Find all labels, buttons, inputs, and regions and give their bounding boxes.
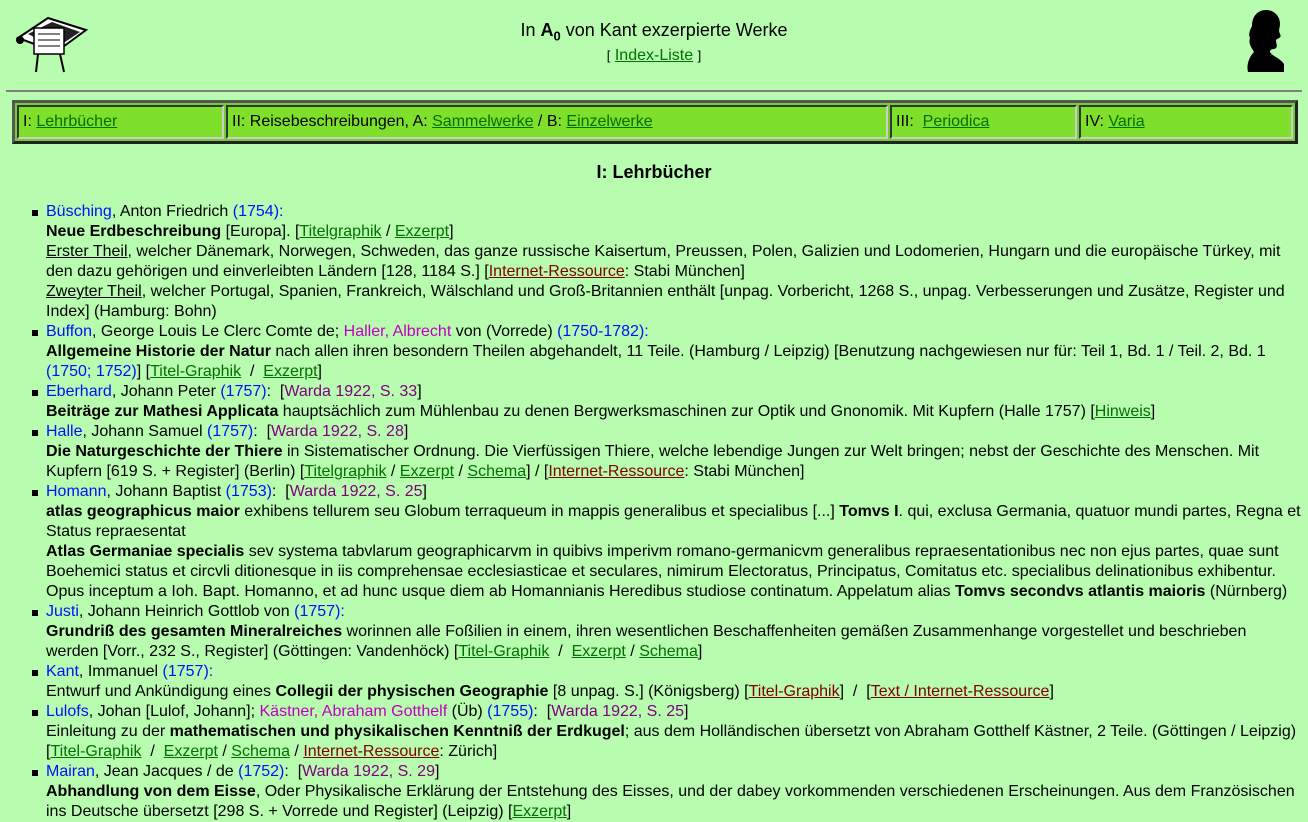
- excerpt-link[interactable]: Exzerpt: [572, 643, 626, 660]
- nav-cell-periodica: III: Periodica: [890, 105, 1077, 139]
- schema-link[interactable]: Schema: [231, 743, 290, 760]
- page-header: In A0 von Kant exzerpierte Werke [ Index…: [0, 0, 1308, 90]
- index-nav: [ Index-Liste ]: [606, 47, 702, 64]
- titlegraphic-link[interactable]: Titel-Graphik: [458, 643, 549, 660]
- nav-link-periodica[interactable]: Periodica: [923, 113, 990, 130]
- list-item: Homann, Johann Baptist (1753): [Warda 19…: [28, 482, 1302, 602]
- list-item: Halle, Johann Samuel (1757): [Warda 1922…: [28, 422, 1302, 482]
- nav-link-einzelwerke[interactable]: Einzelwerke: [566, 113, 652, 130]
- internet-resource-link[interactable]: Internet-Ressource: [489, 263, 625, 280]
- nav-link-varia[interactable]: Varia: [1108, 113, 1144, 130]
- list-item: Buffon, George Louis Le Clerc Comte de; …: [28, 322, 1302, 382]
- author-name: Justi: [46, 603, 79, 620]
- titlegraphic-link[interactable]: Titel-Graphik: [50, 743, 141, 760]
- section-title: I: Lehrbücher: [596, 162, 712, 182]
- excerpt-link[interactable]: Exzerpt: [395, 223, 449, 240]
- nav-link-sammelwerke[interactable]: Sammelwerke: [432, 113, 533, 130]
- schema-link[interactable]: Schema: [467, 463, 526, 480]
- author-name: Kant: [46, 663, 79, 680]
- titlegraphic-link[interactable]: Titelgraphik: [304, 463, 386, 480]
- author-name: Mairan: [46, 763, 95, 780]
- author-name: Buffon: [46, 323, 92, 340]
- schema-link[interactable]: Schema: [639, 643, 698, 660]
- nav-link-lehrbuecher[interactable]: Lehrbücher: [36, 113, 117, 130]
- titlegraphic-link[interactable]: Titelgraphik: [299, 223, 381, 240]
- author-name: Eberhard: [46, 383, 112, 400]
- header-divider: [6, 90, 1302, 92]
- list-item: Eberhard, Johann Peter (1757): [Warda 19…: [28, 382, 1302, 422]
- titlegraphic-link[interactable]: Titel-Graphik: [150, 363, 241, 380]
- list-item: Kant, Immanuel (1757): Entwurf und Ankün…: [28, 662, 1302, 702]
- author-name: Lulofs: [46, 703, 89, 720]
- author-name: Homann: [46, 483, 107, 500]
- excerpt-link[interactable]: Exzerpt: [400, 463, 454, 480]
- excerpt-link[interactable]: Exzerpt: [164, 743, 218, 760]
- list-item: Büsching, Anton Friedrich (1754): Neue E…: [28, 202, 1302, 322]
- index-list-link[interactable]: Index-Liste: [615, 47, 693, 64]
- nav-cell-lehrbuecher: I: Lehrbücher: [17, 105, 224, 139]
- list-item: Justi, Johann Heinrich Gottlob von (1757…: [28, 602, 1302, 662]
- internet-resource-link[interactable]: Internet-Ressource: [548, 463, 684, 480]
- excerpt-link[interactable]: Exzerpt: [263, 363, 317, 380]
- list-item: Mairan, Jean Jacques / de (1752): [Warda…: [28, 762, 1302, 822]
- hint-link[interactable]: Hinweis: [1095, 403, 1151, 420]
- nav-cell-reisebeschreibungen: II: Reisebeschreibungen, A: Sammelwerke …: [226, 105, 888, 139]
- textbook-list: Büsching, Anton Friedrich (1754): Neue E…: [28, 202, 1302, 822]
- author-name: Halle: [46, 423, 83, 440]
- kant-silhouette-icon: [1247, 10, 1284, 72]
- text-resource-link[interactable]: Text / Internet-Ressource: [871, 683, 1050, 700]
- author-link[interactable]: Büsching: [46, 203, 112, 220]
- internet-resource-link[interactable]: Internet-Ressource: [303, 743, 439, 760]
- list-item: Lulofs, Johan [Lulof, Johann]; Kästner, …: [28, 702, 1302, 762]
- nav-cell-varia: IV: Varia: [1079, 105, 1293, 139]
- category-navbar: I: Lehrbücher II: Reisebeschreibungen, A…: [12, 100, 1298, 144]
- page-title: In A0 von Kant exzerpierte Werke: [520, 20, 788, 44]
- titlegraphic-link[interactable]: Titel-Graphik: [749, 683, 840, 700]
